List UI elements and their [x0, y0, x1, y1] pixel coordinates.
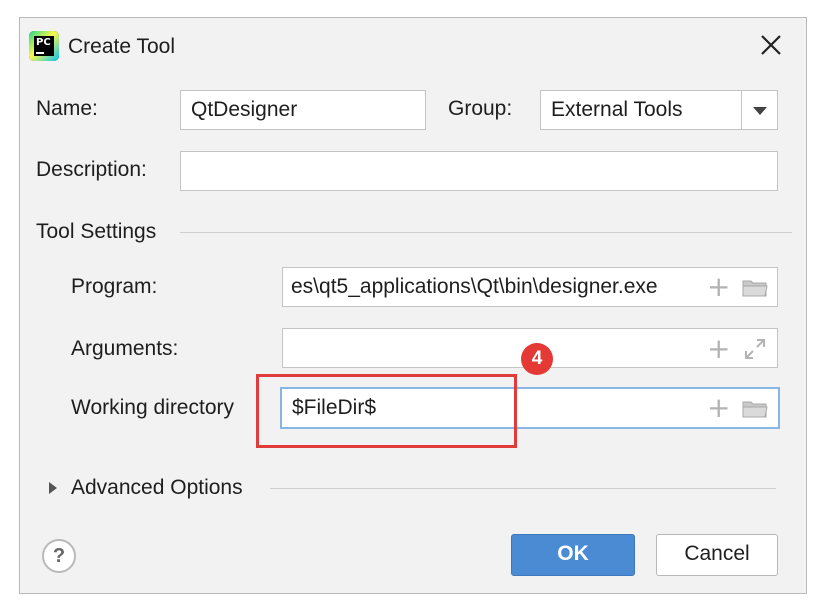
description-label: Description: — [36, 158, 147, 181]
group-select-value: External Tools — [551, 98, 683, 121]
name-label: Name: — [36, 97, 98, 120]
program-input[interactable]: es\qt5_applications\Qt\bin\designer.exe — [282, 267, 778, 307]
expand-icon[interactable] — [744, 338, 766, 360]
step-badge: 4 — [521, 343, 553, 375]
name-input[interactable]: QtDesigner — [180, 90, 426, 130]
group-label: Group: — [448, 97, 513, 120]
working-directory-label: Working directory — [71, 396, 234, 419]
arguments-label: Arguments: — [71, 337, 179, 360]
program-value: es\qt5_applications\Qt\bin\designer.exe — [291, 275, 658, 298]
triangle-right-icon[interactable] — [47, 481, 59, 495]
cancel-button[interactable]: Cancel — [656, 534, 778, 576]
plus-icon[interactable]: + — [707, 394, 730, 422]
advanced-options-toggle[interactable]: Advanced Options — [71, 476, 243, 500]
description-input[interactable] — [180, 151, 778, 191]
group-select[interactable]: External Tools — [540, 90, 778, 130]
advanced-options-divider — [270, 488, 776, 489]
help-icon[interactable]: ? — [42, 539, 76, 573]
chevron-down-icon[interactable] — [741, 91, 777, 129]
folder-icon[interactable] — [742, 278, 768, 297]
plus-icon[interactable]: + — [707, 273, 730, 301]
ok-button[interactable]: OK — [511, 534, 635, 576]
program-label: Program: — [71, 275, 158, 298]
dialog-title: Create Tool — [68, 35, 176, 58]
tool-settings-divider — [180, 232, 792, 233]
create-tool-dialog: PC Create Tool Name: QtDesigner Group: E… — [19, 17, 807, 594]
app-icon-text: PC — [36, 37, 51, 48]
highlight-box — [256, 374, 517, 448]
pycharm-app-icon: PC — [29, 31, 59, 61]
tool-settings-heading: Tool Settings — [36, 220, 157, 243]
folder-icon[interactable] — [742, 399, 768, 418]
close-icon[interactable] — [758, 32, 784, 58]
plus-icon[interactable]: + — [707, 335, 730, 363]
